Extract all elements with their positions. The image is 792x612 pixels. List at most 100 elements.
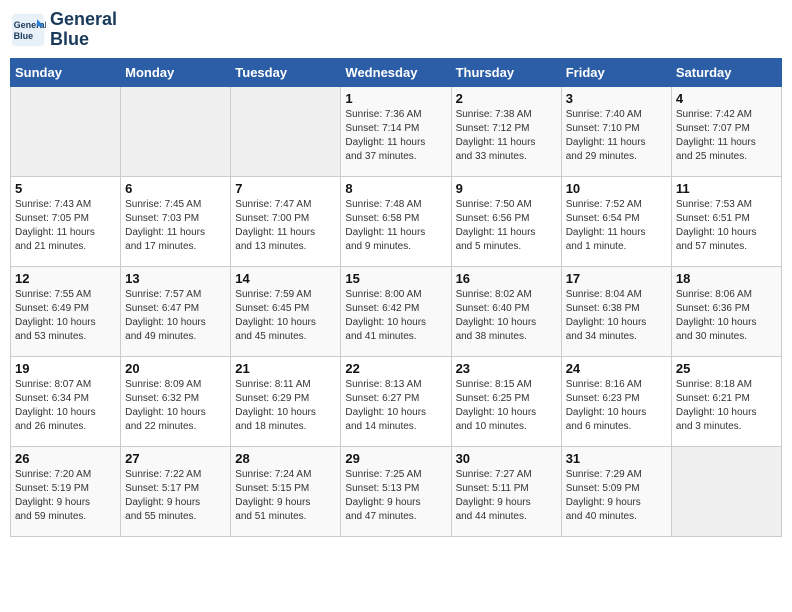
day-info: Sunrise: 7:53 AM Sunset: 6:51 PM Dayligh… xyxy=(676,198,777,254)
day-cell: 13Sunrise: 7:57 AM Sunset: 6:47 PM Dayli… xyxy=(121,266,231,356)
day-info: Sunrise: 8:02 AM Sunset: 6:40 PM Dayligh… xyxy=(456,288,557,344)
day-info: Sunrise: 7:36 AM Sunset: 7:14 PM Dayligh… xyxy=(345,108,446,164)
day-cell: 1 Sunrise: 7:36 AM Sunset: 7:14 PM Daylig… xyxy=(341,86,451,176)
day-number: 25 xyxy=(676,361,777,376)
day-info: Sunrise: 7:45 AM Sunset: 7:03 PM Dayligh… xyxy=(125,198,226,254)
day-info: Sunrise: 8:11 AM Sunset: 6:29 PM Dayligh… xyxy=(235,378,336,434)
day-cell: 19 Sunrise: 8:07 AM Sunset: 6:34 PM Dayli… xyxy=(11,356,121,446)
day-info: Sunrise: 7:55 AM Sunset: 6:49 PM Dayligh… xyxy=(15,288,116,344)
day-cell xyxy=(11,86,121,176)
day-cell: 6 Sunrise: 7:45 AM Sunset: 7:03 PM Daylig… xyxy=(121,176,231,266)
day-info: Sunrise: 7:57 AM Sunset: 6:47 PM Dayligh… xyxy=(125,288,226,344)
day-cell: 17 Sunrise: 8:04 AM Sunset: 6:38 PM Dayli… xyxy=(561,266,671,356)
day-number: 6 xyxy=(125,181,226,196)
week-row-2: 5Sunrise: 7:43 AM Sunset: 7:05 PM Daylig… xyxy=(11,176,782,266)
day-info: Sunrise: 8:15 AM Sunset: 6:25 PM Dayligh… xyxy=(456,378,557,434)
day-cell: 4 Sunrise: 7:42 AM Sunset: 7:07 PM Daylig… xyxy=(671,86,781,176)
day-number: 19 xyxy=(15,361,116,376)
day-info: Sunrise: 7:52 AM Sunset: 6:54 PM Dayligh… xyxy=(566,198,667,254)
day-cell xyxy=(231,86,341,176)
day-info: Sunrise: 7:27 AM Sunset: 5:11 PM Dayligh… xyxy=(456,468,557,524)
day-info: Sunrise: 8:18 AM Sunset: 6:21 PM Dayligh… xyxy=(676,378,777,434)
logo-text: General Blue xyxy=(50,10,117,50)
week-row-3: 12Sunrise: 7:55 AM Sunset: 6:49 PM Dayli… xyxy=(11,266,782,356)
day-number: 17 xyxy=(566,271,667,286)
day-info: Sunrise: 8:16 AM Sunset: 6:23 PM Dayligh… xyxy=(566,378,667,434)
day-number: 16 xyxy=(456,271,557,286)
day-number: 27 xyxy=(125,451,226,466)
day-cell xyxy=(671,446,781,536)
day-number: 2 xyxy=(456,91,557,106)
day-info: Sunrise: 7:24 AM Sunset: 5:15 PM Dayligh… xyxy=(235,468,336,524)
logo-icon: General Blue xyxy=(10,12,46,48)
day-info: Sunrise: 8:06 AM Sunset: 6:36 PM Dayligh… xyxy=(676,288,777,344)
day-cell: 12Sunrise: 7:55 AM Sunset: 6:49 PM Dayli… xyxy=(11,266,121,356)
page-header: General Blue General Blue xyxy=(10,10,782,50)
day-number: 10 xyxy=(566,181,667,196)
day-cell: 7 Sunrise: 7:47 AM Sunset: 7:00 PM Daylig… xyxy=(231,176,341,266)
day-cell: 20 Sunrise: 8:09 AM Sunset: 6:32 PM Dayli… xyxy=(121,356,231,446)
day-cell: 18 Sunrise: 8:06 AM Sunset: 6:36 PM Dayli… xyxy=(671,266,781,356)
day-cell: 3 Sunrise: 7:40 AM Sunset: 7:10 PM Daylig… xyxy=(561,86,671,176)
day-info: Sunrise: 7:42 AM Sunset: 7:07 PM Dayligh… xyxy=(676,108,777,164)
day-info: Sunrise: 8:04 AM Sunset: 6:38 PM Dayligh… xyxy=(566,288,667,344)
day-cell: 10 Sunrise: 7:52 AM Sunset: 6:54 PM Dayli… xyxy=(561,176,671,266)
day-cell: 31 Sunrise: 7:29 AM Sunset: 5:09 PM Dayli… xyxy=(561,446,671,536)
day-number: 8 xyxy=(345,181,446,196)
day-info: Sunrise: 7:47 AM Sunset: 7:00 PM Dayligh… xyxy=(235,198,336,254)
day-info: Sunrise: 7:50 AM Sunset: 6:56 PM Dayligh… xyxy=(456,198,557,254)
day-number: 7 xyxy=(235,181,336,196)
day-cell: 25 Sunrise: 8:18 AM Sunset: 6:21 PM Dayli… xyxy=(671,356,781,446)
day-info: Sunrise: 7:29 AM Sunset: 5:09 PM Dayligh… xyxy=(566,468,667,524)
day-cell: 27Sunrise: 7:22 AM Sunset: 5:17 PM Dayli… xyxy=(121,446,231,536)
day-number: 14 xyxy=(235,271,336,286)
day-info: Sunrise: 8:07 AM Sunset: 6:34 PM Dayligh… xyxy=(15,378,116,434)
day-number: 31 xyxy=(566,451,667,466)
day-info: Sunrise: 7:40 AM Sunset: 7:10 PM Dayligh… xyxy=(566,108,667,164)
day-number: 20 xyxy=(125,361,226,376)
day-cell: 26Sunrise: 7:20 AM Sunset: 5:19 PM Dayli… xyxy=(11,446,121,536)
day-number: 1 xyxy=(345,91,446,106)
day-cell: 22Sunrise: 8:13 AM Sunset: 6:27 PM Dayli… xyxy=(341,356,451,446)
day-number: 22 xyxy=(345,361,446,376)
day-cell: 8Sunrise: 7:48 AM Sunset: 6:58 PM Daylig… xyxy=(341,176,451,266)
svg-text:Blue: Blue xyxy=(14,31,34,41)
week-row-4: 19 Sunrise: 8:07 AM Sunset: 6:34 PM Dayli… xyxy=(11,356,782,446)
day-info: Sunrise: 7:20 AM Sunset: 5:19 PM Dayligh… xyxy=(15,468,116,524)
weekday-header-thursday: Thursday xyxy=(451,58,561,86)
week-row-1: 1 Sunrise: 7:36 AM Sunset: 7:14 PM Daylig… xyxy=(11,86,782,176)
day-cell: 5Sunrise: 7:43 AM Sunset: 7:05 PM Daylig… xyxy=(11,176,121,266)
day-cell: 11Sunrise: 7:53 AM Sunset: 6:51 PM Dayli… xyxy=(671,176,781,266)
day-number: 28 xyxy=(235,451,336,466)
day-cell: 29 Sunrise: 7:25 AM Sunset: 5:13 PM Dayli… xyxy=(341,446,451,536)
day-info: Sunrise: 8:00 AM Sunset: 6:42 PM Dayligh… xyxy=(345,288,446,344)
day-cell: 30 Sunrise: 7:27 AM Sunset: 5:11 PM Dayli… xyxy=(451,446,561,536)
day-info: Sunrise: 7:59 AM Sunset: 6:45 PM Dayligh… xyxy=(235,288,336,344)
day-number: 21 xyxy=(235,361,336,376)
weekday-header-row: SundayMondayTuesdayWednesdayThursdayFrid… xyxy=(11,58,782,86)
day-cell: 28 Sunrise: 7:24 AM Sunset: 5:15 PM Dayli… xyxy=(231,446,341,536)
logo: General Blue General Blue xyxy=(10,10,117,50)
day-info: Sunrise: 7:38 AM Sunset: 7:12 PM Dayligh… xyxy=(456,108,557,164)
day-cell: 21 Sunrise: 8:11 AM Sunset: 6:29 PM Dayli… xyxy=(231,356,341,446)
day-number: 30 xyxy=(456,451,557,466)
week-row-5: 26Sunrise: 7:20 AM Sunset: 5:19 PM Dayli… xyxy=(11,446,782,536)
day-info: Sunrise: 7:25 AM Sunset: 5:13 PM Dayligh… xyxy=(345,468,446,524)
day-cell xyxy=(121,86,231,176)
day-number: 29 xyxy=(345,451,446,466)
day-info: Sunrise: 8:09 AM Sunset: 6:32 PM Dayligh… xyxy=(125,378,226,434)
day-number: 18 xyxy=(676,271,777,286)
day-cell: 14 Sunrise: 7:59 AM Sunset: 6:45 PM Dayli… xyxy=(231,266,341,356)
day-cell: 2 Sunrise: 7:38 AM Sunset: 7:12 PM Daylig… xyxy=(451,86,561,176)
day-number: 15 xyxy=(345,271,446,286)
day-cell: 24Sunrise: 8:16 AM Sunset: 6:23 PM Dayli… xyxy=(561,356,671,446)
weekday-header-wednesday: Wednesday xyxy=(341,58,451,86)
day-number: 3 xyxy=(566,91,667,106)
weekday-header-friday: Friday xyxy=(561,58,671,86)
calendar-header: SundayMondayTuesdayWednesdayThursdayFrid… xyxy=(11,58,782,86)
day-cell: 15 Sunrise: 8:00 AM Sunset: 6:42 PM Dayli… xyxy=(341,266,451,356)
day-number: 4 xyxy=(676,91,777,106)
day-number: 9 xyxy=(456,181,557,196)
day-cell: 9 Sunrise: 7:50 AM Sunset: 6:56 PM Daylig… xyxy=(451,176,561,266)
day-number: 5 xyxy=(15,181,116,196)
